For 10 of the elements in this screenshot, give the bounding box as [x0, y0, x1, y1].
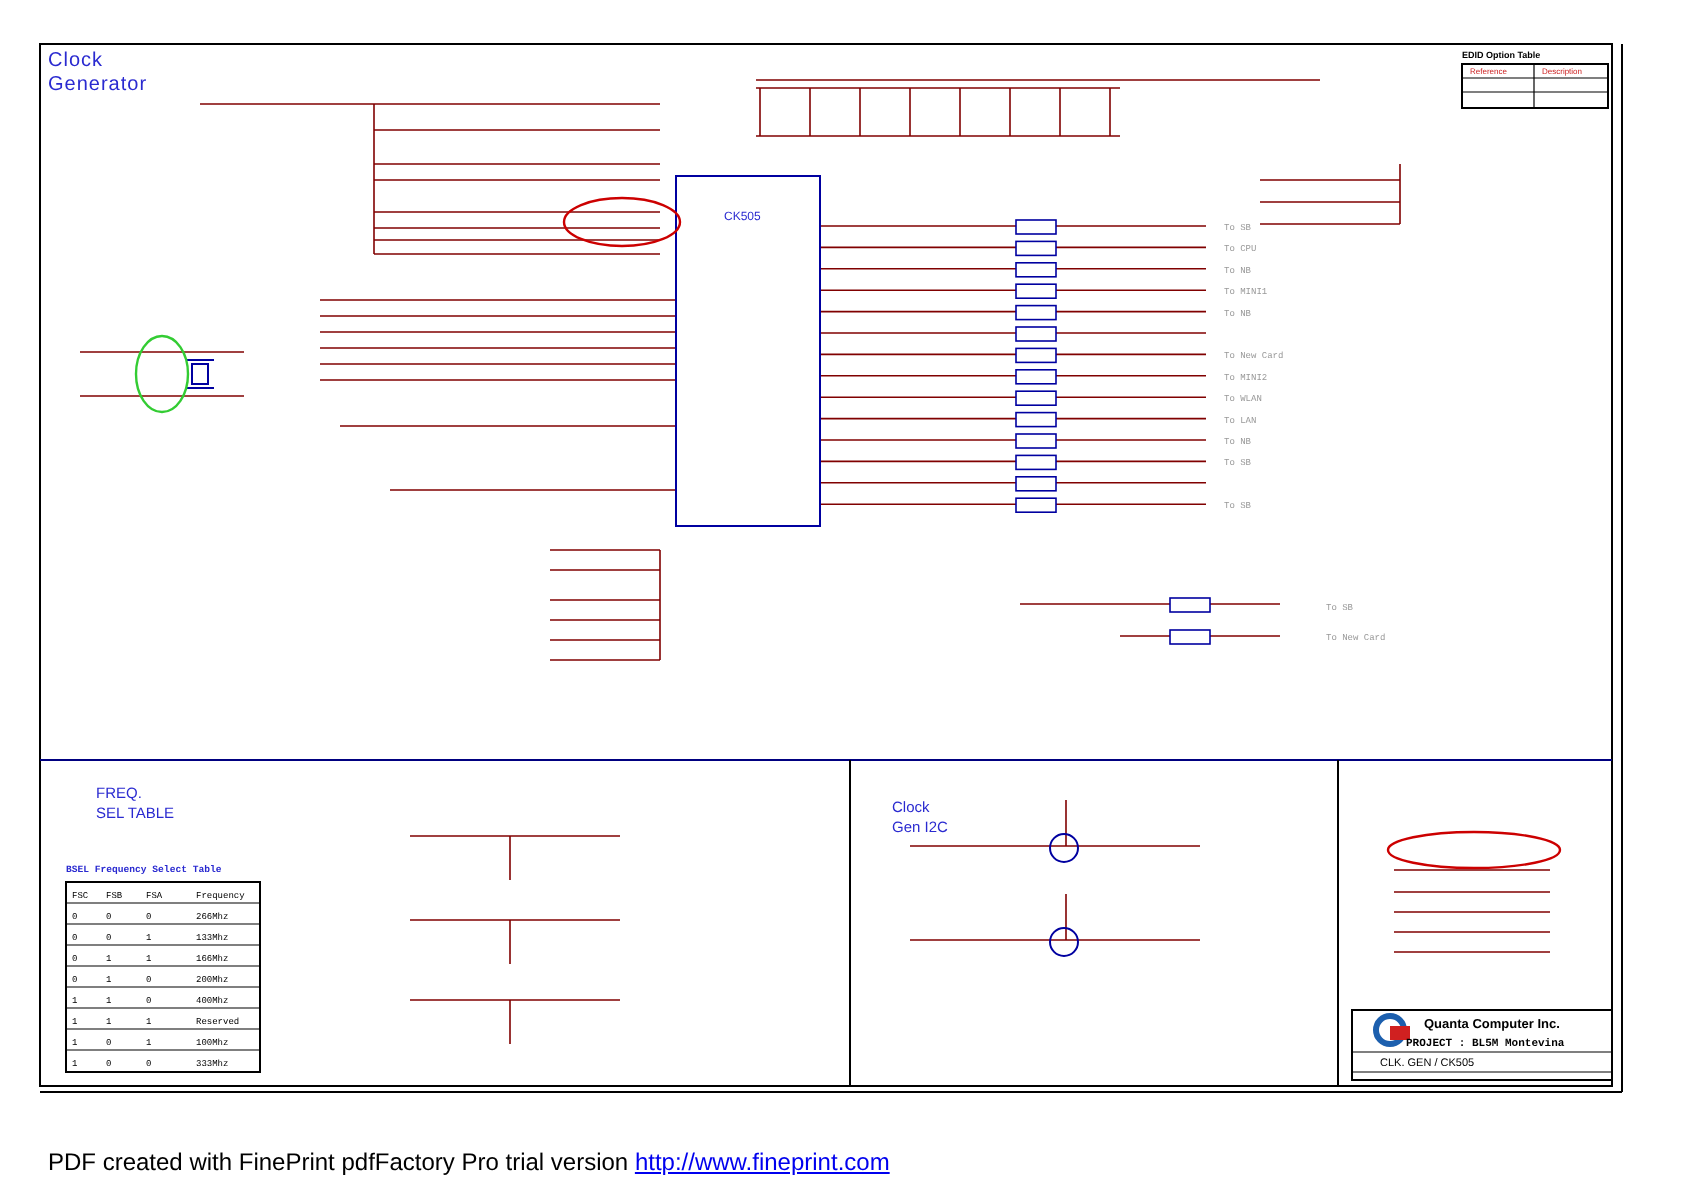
- crystal-highlight-ellipse: [134, 334, 190, 414]
- footer-link[interactable]: http://www.fineprint.com: [634, 1148, 890, 1176]
- pullup-wire-drawing: [1259, 163, 1401, 225]
- resistor-wire-drawing: [549, 549, 661, 661]
- pin-highlight-ellipse: [562, 196, 682, 248]
- company-logo-icon: [1373, 1013, 1410, 1047]
- transistor-icon: [1049, 833, 1079, 957]
- crystal-icon: [185, 359, 215, 389]
- sheet-title: Clock Generator: [48, 50, 148, 96]
- footer-text: PDF created with FinePrint pdfFactory Pro trial version http://www.fineprint.com: [48, 1148, 890, 1176]
